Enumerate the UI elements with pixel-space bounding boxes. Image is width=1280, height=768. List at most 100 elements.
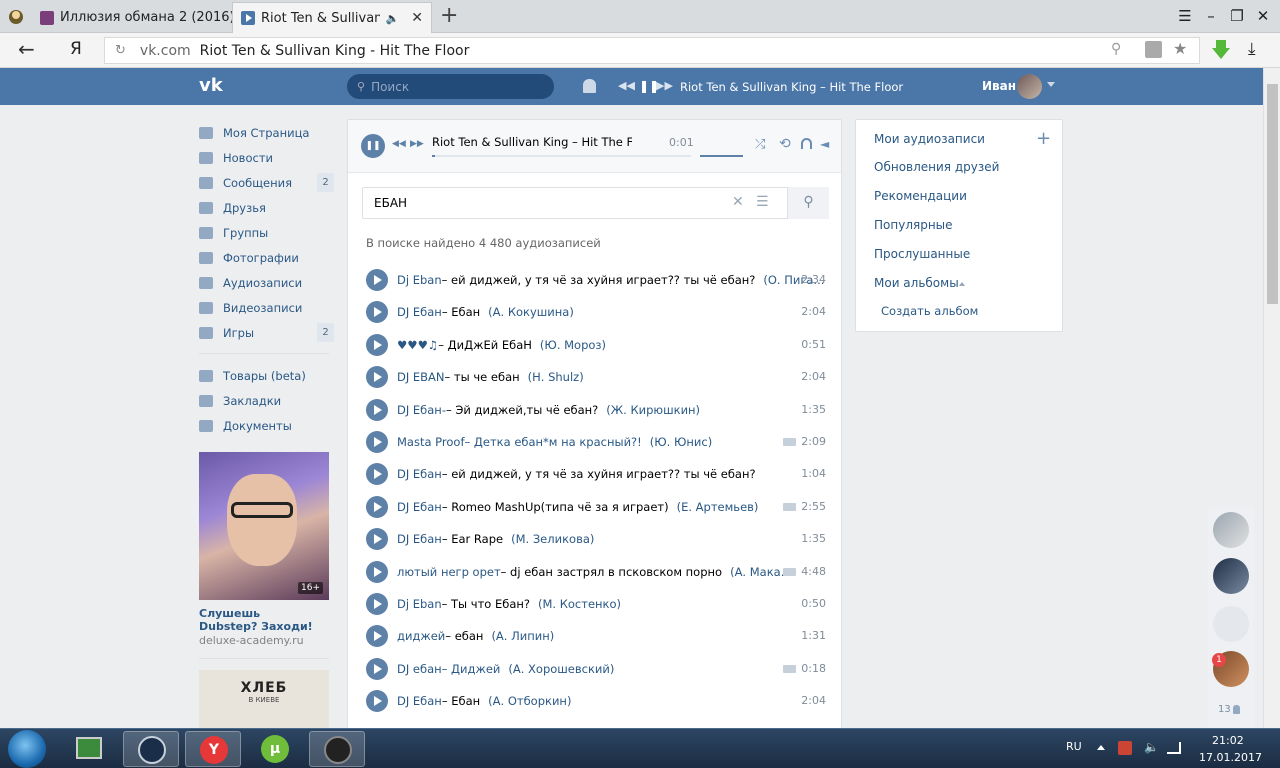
track-row[interactable]: DJ Ебан – ей диджей, у тя чё за хуйня иг… (366, 458, 826, 490)
language-indicator[interactable]: RU (1066, 740, 1082, 753)
track-artist[interactable]: DJ ебан (397, 662, 442, 676)
speaker-icon[interactable]: 🔈 (386, 12, 400, 25)
menu-my-audio[interactable]: Мои аудиозаписи (874, 132, 985, 146)
track-title[interactable]: – Эй диджей,ты чё ебан? (446, 403, 598, 417)
progress-bar[interactable] (432, 155, 691, 157)
menu-recommendations[interactable]: Рекомендации (874, 189, 967, 203)
track-row[interactable]: лютый негр орет – dj ебан застрял в пско… (366, 556, 826, 588)
camera-icon[interactable] (1213, 606, 1249, 642)
play-icon[interactable] (366, 431, 388, 453)
track-title[interactable]: – ДиДжЕй ЕбаН (438, 338, 532, 352)
clock-time[interactable]: 21:02 (1212, 734, 1244, 747)
track-uploader[interactable]: (А. Отборкин) (488, 694, 571, 708)
play-icon[interactable] (366, 495, 388, 518)
track-row[interactable]: Dj Eban – ей диджей, у тя чё за хуйня иг… (366, 264, 826, 296)
track-uploader[interactable]: (Е. Артемьев) (677, 500, 759, 514)
prev-track-icon[interactable]: ◀◀ (618, 79, 635, 92)
track-row[interactable]: Dj Eban – Ты что Ебан? (М. Костенко) 0:50 (366, 588, 826, 620)
ad-block[interactable]: 16+ Слушешь Dubstep? Заходи! deluxe-acad… (199, 452, 329, 740)
track-row[interactable]: DJ Ебан- – Эй диджей,ты чё ебан? (Ж. Кирю… (366, 394, 826, 426)
download-arrow-icon[interactable] (1212, 40, 1230, 60)
headphones-icon[interactable] (801, 138, 812, 149)
user-name[interactable]: Иван (982, 79, 1016, 93)
track-row[interactable]: DJ Ебан – Ебан (А. Кокушина) 2:04 (366, 296, 826, 328)
nav-item-video[interactable]: Видеозаписи (199, 295, 334, 320)
shuffle-icon[interactable]: ⤮ (755, 137, 765, 152)
play-icon[interactable] (366, 463, 388, 486)
track-title[interactable]: – Ear Rape (442, 532, 503, 546)
track-row[interactable]: ♥♥♥♫ – ДиДжЕй ЕбаН (Ю. Мороз) 0:51 (366, 329, 826, 361)
track-artist[interactable]: DJ Ебан (397, 500, 442, 514)
menu-listened[interactable]: Прослушанные (874, 247, 970, 261)
search-page-icon[interactable]: ⚲ (1111, 41, 1121, 57)
address-field[interactable]: ↻ vk.com Riot Ten & Sullivan King - Hit … (104, 37, 1200, 64)
network-icon[interactable] (1167, 742, 1181, 754)
notifications-bell-icon[interactable] (583, 79, 596, 93)
play-icon[interactable] (366, 593, 388, 615)
volume-slider[interactable] (700, 155, 743, 157)
track-artist[interactable]: DJ Ебан (397, 532, 442, 546)
chat-avatar-1[interactable] (1213, 512, 1249, 548)
play-icon[interactable] (366, 398, 388, 421)
track-artist[interactable]: DJ Ебан (397, 694, 442, 708)
play-icon[interactable] (366, 560, 388, 583)
menu-popular[interactable]: Популярные (874, 218, 953, 232)
vk-logo[interactable]: vk (199, 77, 229, 95)
downloads-icon[interactable]: ⤓ (1248, 39, 1256, 59)
track-row[interactable]: DJ Ебан – Ебан (А. Отборкин) 2:04 (366, 685, 826, 717)
nav-item-audio[interactable]: Аудиозаписи (199, 270, 334, 295)
online-count[interactable]: 13 (1218, 704, 1231, 715)
track-uploader[interactable]: (А. Липин) (491, 629, 554, 643)
play-icon[interactable] (366, 269, 388, 291)
track-artist[interactable]: диджей (397, 629, 445, 643)
browser-menu-button[interactable]: ☰ (1174, 6, 1196, 26)
page-scrollbar[interactable] (1263, 68, 1280, 728)
browser-menu-icon[interactable] (6, 7, 26, 25)
track-title[interactable]: – Детка ебан*м на красный?! (465, 435, 642, 449)
track-uploader[interactable]: (А. Кокушина) (488, 305, 574, 319)
track-artist[interactable]: лютый негр орет (397, 565, 501, 579)
play-icon[interactable] (366, 301, 388, 324)
track-uploader[interactable]: (Ж. Кирюшкин) (606, 403, 700, 417)
maximize-button[interactable]: ❐ (1226, 6, 1248, 26)
track-row[interactable]: Masta Proof – Детка ебан*м на красный?! (… (366, 426, 826, 458)
clock-date[interactable]: 17.01.2017 (1199, 751, 1262, 764)
play-icon[interactable] (366, 657, 388, 680)
track-title[interactable]: – dj ебан застрял в псковском порно (501, 565, 722, 579)
taskbar-utorrent[interactable]: μ (247, 731, 303, 767)
track-uploader[interactable]: (Н. Shulz) (528, 370, 584, 384)
ad-image[interactable]: 16+ (199, 452, 329, 600)
menu-friends-updates[interactable]: Обновления друзей (874, 160, 999, 174)
nav-item-games[interactable]: Игры 2 (199, 320, 334, 345)
reload-icon[interactable]: ↻ (115, 43, 126, 58)
play-icon[interactable] (366, 528, 388, 551)
nav-item-news[interactable]: Новости (199, 145, 334, 170)
pause-button[interactable]: ❚❚ (361, 134, 385, 158)
track-row[interactable]: диджей – ебан (А. Липин) 1:31 (366, 620, 826, 652)
nav-item-goods[interactable]: Товары (beta) (199, 363, 334, 388)
track-artist[interactable]: Masta Proof (397, 435, 465, 449)
volume-icon[interactable]: 🔈 (1144, 740, 1159, 754)
track-uploader[interactable]: (М. Костенко) (538, 597, 621, 611)
search-submit-button[interactable]: ⚲ (787, 187, 829, 219)
play-icon[interactable] (366, 625, 388, 648)
taskbar-monitor-app[interactable] (60, 731, 116, 767)
track-title[interactable]: – ты че ебан (445, 370, 520, 384)
track-artist[interactable]: DJ EBAN (397, 370, 445, 384)
search-filters-icon[interactable]: ☰ (756, 194, 769, 210)
track-row[interactable]: DJ ебан – Диджей (А. Хорошевский) 0:18 (366, 653, 826, 685)
nav-item-friends[interactable]: Друзья (199, 195, 334, 220)
tab-vk-active[interactable]: Riot Ten & Sullivan Ki 🔈 ✕ (232, 2, 432, 33)
tray-app-icon[interactable] (1118, 741, 1132, 755)
next-track-icon[interactable]: ▶▶ (656, 79, 673, 92)
taskbar-steam[interactable] (123, 731, 179, 767)
header-now-playing[interactable]: Riot Ten & Sullivan King – Hit The Floor (680, 80, 903, 94)
nav-item-messages[interactable]: Сообщения 2 (199, 170, 334, 195)
track-artist[interactable]: Dj Eban (397, 597, 442, 611)
nav-item-bookmarks[interactable]: Закладки (199, 388, 334, 413)
track-artist[interactable]: Dj Eban (397, 273, 442, 287)
scrollbar-thumb[interactable] (1267, 84, 1278, 304)
back-button[interactable]: ← (18, 37, 35, 61)
nav-item-groups[interactable]: Группы (199, 220, 334, 245)
track-uploader[interactable]: (М. Зеликова) (511, 532, 594, 546)
